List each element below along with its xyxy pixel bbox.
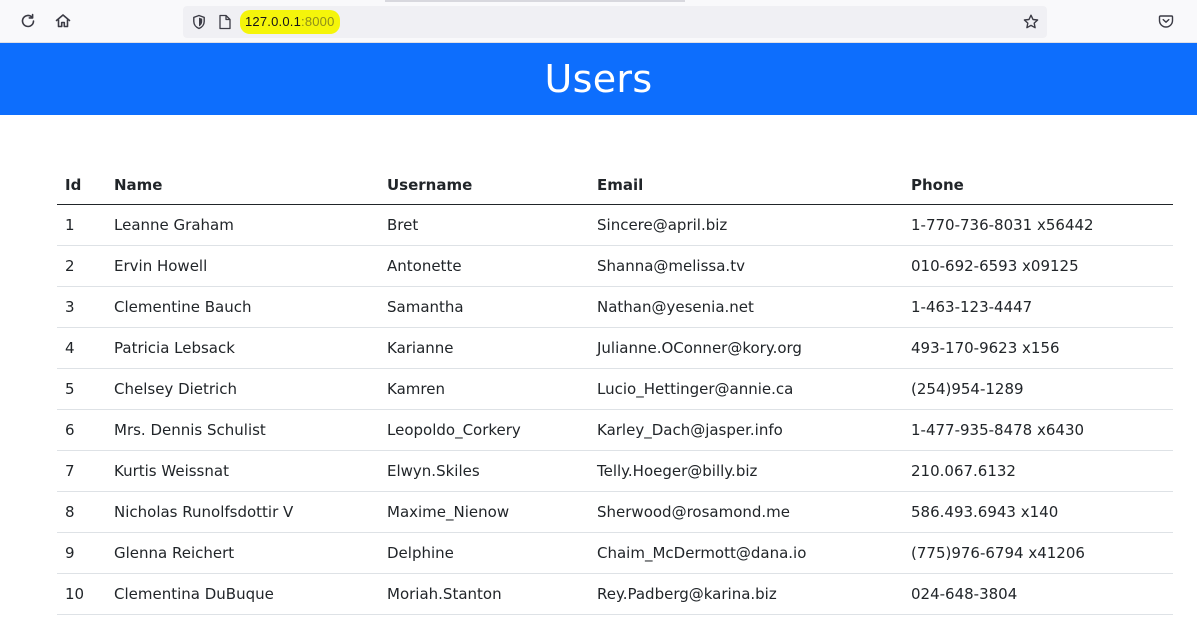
- table-header-row: Id Name Username Email Phone: [57, 165, 1173, 205]
- table-row: 8 Nicholas Runolfsdottir V Maxime_Nienow Sh…: [57, 491, 1173, 533]
- table-row: 1 Leanne Graham Bret Sincere@april.biz 1-770…: [57, 204, 1173, 246]
- cell-username: Moriah.Stanton: [379, 573, 589, 615]
- url-host: 127.0.0.1: [245, 14, 302, 29]
- cell-phone: (775)976-6794 x41206: [903, 532, 1173, 574]
- cell-email: Julianne.OConner@kory.org: [589, 327, 903, 369]
- cell-id: 9: [57, 532, 106, 574]
- cell-username: Kamren: [379, 368, 589, 410]
- cell-phone: 1-770-736-8031 x56442: [903, 204, 1173, 246]
- cell-email: Karley_Dach@jasper.info: [589, 409, 903, 451]
- cell-phone: 010-692-6593 x09125: [903, 245, 1173, 287]
- cell-username: Samantha: [379, 286, 589, 328]
- pocket-icon[interactable]: [1154, 9, 1178, 33]
- table-row: 9 Glenna Reichert Delphine Chaim_McDermott@…: [57, 532, 1173, 574]
- cell-email: Sherwood@rosamond.me: [589, 491, 903, 533]
- cell-id: 3: [57, 286, 106, 328]
- users-table: Id Name Username Email Phone 1 Leanne Gra…: [57, 165, 1173, 615]
- cell-name: Kurtis Weissnat: [106, 450, 379, 492]
- page-header: Users: [0, 43, 1197, 115]
- browser-toolbar: 127.0.0.1:8000: [0, 0, 1197, 43]
- cell-name: Clementine Bauch: [106, 286, 379, 328]
- cell-name: Leanne Graham: [106, 204, 379, 246]
- table-row: 3 Clementine Bauch Samantha Nathan@yesenia.…: [57, 286, 1173, 328]
- cell-name: Ervin Howell: [106, 245, 379, 287]
- cell-phone: 1-463-123-4447: [903, 286, 1173, 328]
- cell-phone: 1-477-935-8478 x6430: [903, 409, 1173, 451]
- header-id: Id: [57, 165, 106, 205]
- url-bar[interactable]: 127.0.0.1:8000: [183, 6, 1047, 38]
- cell-id: 4: [57, 327, 106, 369]
- header-phone: Phone: [903, 165, 1173, 205]
- reload-icon[interactable]: [16, 9, 40, 33]
- cell-name: Clementina DuBuque: [106, 573, 379, 615]
- cell-email: Chaim_McDermott@dana.io: [589, 532, 903, 574]
- table-row: 5 Chelsey Dietrich Kamren Lucio_Hettinger@a…: [57, 368, 1173, 410]
- star-icon[interactable]: [1022, 13, 1040, 36]
- cell-email: Nathan@yesenia.net: [589, 286, 903, 328]
- cell-email: Lucio_Hettinger@annie.ca: [589, 368, 903, 410]
- cell-id: 6: [57, 409, 106, 451]
- cell-name: Mrs. Dennis Schulist: [106, 409, 379, 451]
- header-username: Username: [379, 165, 589, 205]
- table-row: 10 Clementina DuBuque Moriah.Stanton Rey.Pa…: [57, 573, 1173, 615]
- cell-name: Nicholas Runolfsdottir V: [106, 491, 379, 533]
- page-title: Users: [544, 57, 653, 101]
- cell-id: 8: [57, 491, 106, 533]
- page-icon[interactable]: [218, 14, 232, 35]
- cell-phone: 493-170-9623 x156: [903, 327, 1173, 369]
- cell-username: Leopoldo_Corkery: [379, 409, 589, 451]
- cell-username: Bret: [379, 204, 589, 246]
- cell-phone: 210.067.6132: [903, 450, 1173, 492]
- cell-id: 2: [57, 245, 106, 287]
- cell-name: Chelsey Dietrich: [106, 368, 379, 410]
- cell-username: Karianne: [379, 327, 589, 369]
- cell-username: Antonette: [379, 245, 589, 287]
- cell-phone: (254)954-1289: [903, 368, 1173, 410]
- cell-username: Elwyn.Skiles: [379, 450, 589, 492]
- tab-edge: [385, 0, 685, 2]
- url-port: :8000: [301, 14, 335, 29]
- table-row: 2 Ervin Howell Antonette Shanna@melissa.tv 0…: [57, 245, 1173, 287]
- users-table-container: Id Name Username Email Phone 1 Leanne Gra…: [57, 165, 1173, 615]
- cell-id: 10: [57, 573, 106, 615]
- cell-name: Patricia Lebsack: [106, 327, 379, 369]
- header-email: Email: [589, 165, 903, 205]
- table-body: 1 Leanne Graham Bret Sincere@april.biz 1-770…: [57, 204, 1173, 615]
- cell-email: Telly.Hoeger@billy.biz: [589, 450, 903, 492]
- table-row: 6 Mrs. Dennis Schulist Leopoldo_Corkery Kar…: [57, 409, 1173, 451]
- shield-icon[interactable]: [191, 14, 207, 35]
- cell-name: Glenna Reichert: [106, 532, 379, 574]
- cell-username: Maxime_Nienow: [379, 491, 589, 533]
- cell-id: 7: [57, 450, 106, 492]
- cell-email: Rey.Padberg@karina.biz: [589, 573, 903, 615]
- home-icon[interactable]: [51, 9, 75, 33]
- cell-email: Sincere@april.biz: [589, 204, 903, 246]
- table-row: 4 Patricia Lebsack Karianne Julianne.OConne…: [57, 327, 1173, 369]
- url-text[interactable]: 127.0.0.1:8000: [240, 10, 340, 34]
- cell-phone: 024-648-3804: [903, 573, 1173, 615]
- header-name: Name: [106, 165, 379, 205]
- cell-id: 5: [57, 368, 106, 410]
- cell-phone: 586.493.6943 x140: [903, 491, 1173, 533]
- table-row: 7 Kurtis Weissnat Elwyn.Skiles Telly.Hoeger…: [57, 450, 1173, 492]
- cell-id: 1: [57, 204, 106, 246]
- cell-username: Delphine: [379, 532, 589, 574]
- cell-email: Shanna@melissa.tv: [589, 245, 903, 287]
